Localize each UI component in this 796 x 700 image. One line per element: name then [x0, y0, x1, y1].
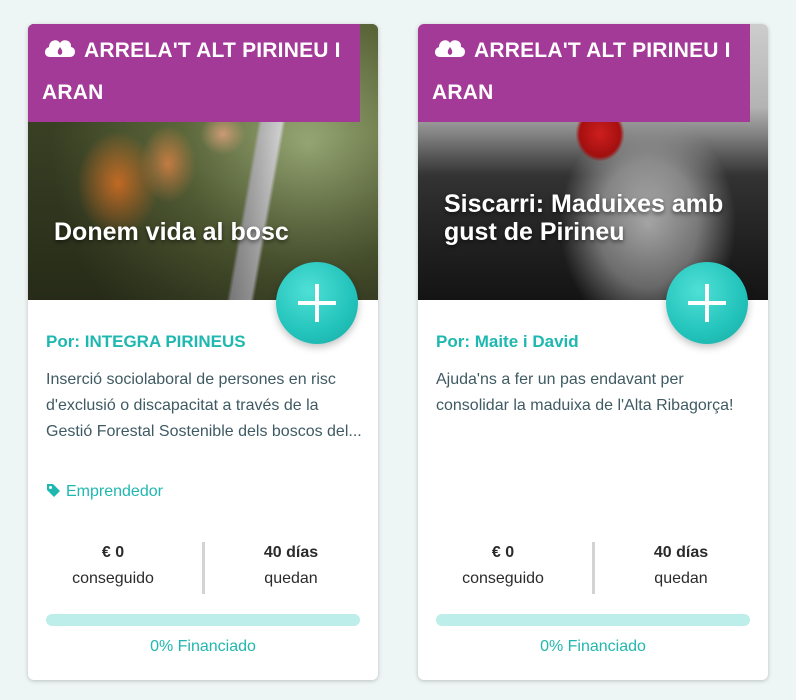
banner-label: ARRELA'T ALT PIRINEU I ARAN: [42, 39, 341, 104]
plus-icon: [688, 284, 726, 322]
raised-label: conseguido: [72, 570, 154, 587]
funding-stats: € 0 conseguido 40 días quedan: [418, 541, 768, 595]
plus-icon: [298, 284, 336, 322]
raised-stat: € 0 conseguido: [38, 541, 188, 593]
days-value: 40 días: [653, 544, 709, 561]
days-stat: 40 días quedan: [216, 541, 366, 593]
stat-divider: [202, 542, 205, 594]
raised-value: € 0: [491, 544, 515, 561]
funding-progress-bar: [436, 614, 750, 626]
project-description: Ajuda'ns a fer un pas endavant per conso…: [436, 371, 734, 414]
stat-divider: [592, 542, 595, 594]
project-banner: ARRELA'T ALT PIRINEU I ARAN: [28, 24, 360, 122]
raised-label: conseguido: [462, 570, 544, 587]
funding-progress-label: 0% Financiado: [540, 638, 646, 655]
cloud-drop-icon: [42, 35, 78, 74]
project-author: Por: INTEGRA PIRINEUS: [46, 332, 246, 351]
add-project-button[interactable]: [276, 262, 358, 344]
project-description: Inserció sociolaboral de persones en ris…: [46, 371, 362, 440]
project-author: Por: Maite i David: [436, 332, 579, 351]
category-label: Emprendedor: [66, 483, 163, 500]
project-card[interactable]: Donem vida al bosc ARRELA'T ALT PIRINEU …: [28, 24, 378, 680]
raised-value: € 0: [101, 544, 125, 561]
days-label: quedan: [654, 570, 708, 587]
days-label: quedan: [264, 570, 318, 587]
funding-stats: € 0 conseguido 40 días quedan: [28, 541, 378, 595]
funding-progress-label: 0% Financiado: [150, 638, 256, 655]
tag-icon: [46, 483, 61, 503]
days-value: 40 días: [263, 544, 319, 561]
days-stat: 40 días quedan: [606, 541, 756, 593]
raised-stat: € 0 conseguido: [428, 541, 578, 593]
add-project-button[interactable]: [666, 262, 748, 344]
project-title[interactable]: Donem vida al bosc: [54, 218, 354, 246]
banner-label: ARRELA'T ALT PIRINEU I ARAN: [432, 39, 731, 104]
funding-progress-bar: [46, 614, 360, 626]
category-link[interactable]: Emprendedor: [46, 483, 163, 503]
project-title[interactable]: Siscarri: Maduixes amb gust de Pirineu: [444, 190, 744, 246]
project-card[interactable]: Siscarri: Maduixes amb gust de Pirineu A…: [418, 24, 768, 680]
cloud-drop-icon: [432, 35, 468, 74]
project-banner: ARRELA'T ALT PIRINEU I ARAN: [418, 24, 750, 122]
